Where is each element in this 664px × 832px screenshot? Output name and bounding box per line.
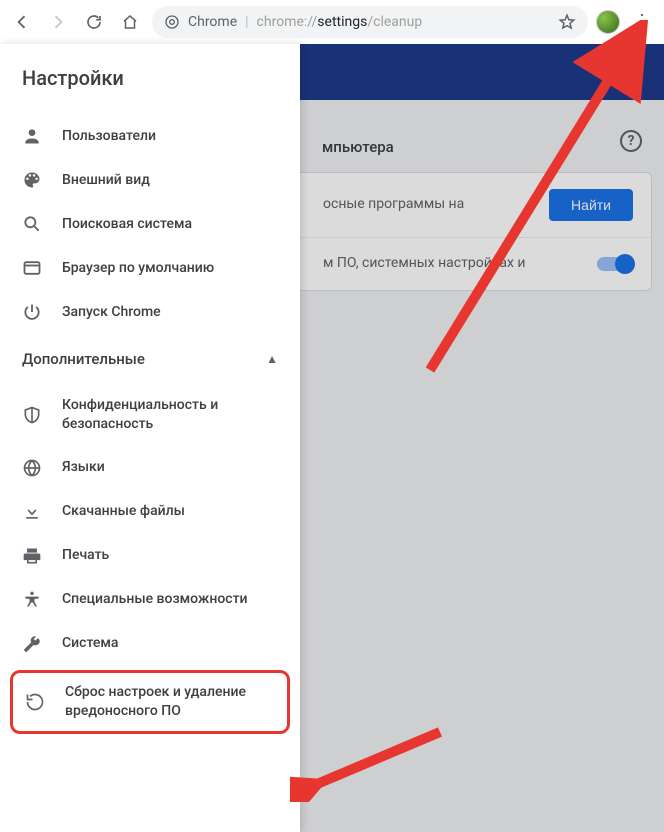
search-icon[interactable] <box>620 60 644 84</box>
sidebar-item-privacy[interactable]: Конфиденциальность и безопасность <box>0 384 300 446</box>
help-icon[interactable]: ? <box>620 130 642 152</box>
sidebar-item-label: Специальные возможности <box>62 590 278 609</box>
sidebar-item-search-engine[interactable]: Поисковая система <box>0 202 300 246</box>
sidebar-item-label: Сброс настроек и удаление вредоносного П… <box>65 683 275 721</box>
search-icon <box>22 214 42 234</box>
sidebar-item-label: Языки <box>62 458 278 477</box>
back-icon[interactable] <box>8 8 36 36</box>
browser-toolbar: Chrome | chrome://settings/cleanup ⋮ <box>0 0 664 44</box>
omnibox-product: Chrome <box>188 14 237 30</box>
accessibility-icon <box>22 590 42 610</box>
sidebar-item-on-startup[interactable]: Запуск Chrome <box>0 290 300 334</box>
chevron-up-icon: ▲ <box>266 352 278 366</box>
power-icon <box>22 302 42 322</box>
sidebar-item-default-browser[interactable]: Браузер по умолчанию <box>0 246 300 290</box>
download-icon <box>22 502 42 522</box>
sidebar-item-label: Пользователи <box>62 127 278 146</box>
palette-icon <box>22 170 42 190</box>
home-icon[interactable] <box>116 8 144 36</box>
sidebar-item-reset-cleanup[interactable]: Сброс настроек и удаление вредоносного П… <box>13 673 287 731</box>
forward-icon[interactable] <box>44 8 72 36</box>
user-icon <box>22 126 42 146</box>
highlight-annotation: Сброс настроек и удаление вредоносного П… <box>10 670 290 734</box>
sidebar-title: Настройки <box>0 44 300 114</box>
sidebar-item-label: Поисковая система <box>62 215 278 234</box>
omnibox-separator: | <box>245 14 248 30</box>
sidebar-item-downloads[interactable]: Скачанные файлы <box>0 490 300 534</box>
print-icon <box>22 546 42 566</box>
sidebar-item-label: Запуск Chrome <box>62 303 278 322</box>
browser-icon <box>22 258 42 278</box>
reload-icon[interactable] <box>80 8 108 36</box>
kebab-menu-icon[interactable]: ⋮ <box>628 8 656 36</box>
sidebar-item-appearance[interactable]: Внешний вид <box>0 158 300 202</box>
restore-icon <box>25 692 45 712</box>
report-toggle[interactable] <box>597 257 633 271</box>
sidebar-item-label: Печать <box>62 546 278 565</box>
sidebar-advanced-toggle[interactable]: Дополнительные ▲ <box>0 334 300 384</box>
wrench-icon <box>22 634 42 654</box>
omnibox-url: chrome://settings/cleanup <box>257 14 423 30</box>
row-text: м ПО, системных настройках и <box>323 254 581 274</box>
star-icon[interactable] <box>558 13 576 31</box>
sidebar-item-label: Скачанные файлы <box>62 502 278 521</box>
sidebar-item-label: Браузер по умолчанию <box>62 259 278 278</box>
globe-icon <box>22 458 42 478</box>
advanced-label: Дополнительные <box>22 350 145 368</box>
find-button[interactable]: Найти <box>549 189 633 221</box>
sidebar-item-system[interactable]: Система <box>0 622 300 666</box>
sidebar-item-label: Система <box>62 634 278 653</box>
sidebar-item-label: Внешний вид <box>62 171 278 190</box>
sidebar-item-languages[interactable]: Языки <box>0 446 300 490</box>
sidebar-item-printing[interactable]: Печать <box>0 534 300 578</box>
shield-icon <box>22 405 42 425</box>
omnibox[interactable]: Chrome | chrome://settings/cleanup <box>152 6 588 38</box>
chrome-logo-icon <box>164 14 180 30</box>
sidebar-item-accessibility[interactable]: Специальные возможности <box>0 578 300 622</box>
sidebar-item-users[interactable]: Пользователи <box>0 114 300 158</box>
settings-sidebar: Настройки Пользователи Внешний вид Поиск… <box>0 44 300 832</box>
avatar[interactable] <box>596 10 620 34</box>
sidebar-item-label: Конфиденциальность и безопасность <box>62 396 278 434</box>
row-text: осные программы на <box>323 195 533 215</box>
